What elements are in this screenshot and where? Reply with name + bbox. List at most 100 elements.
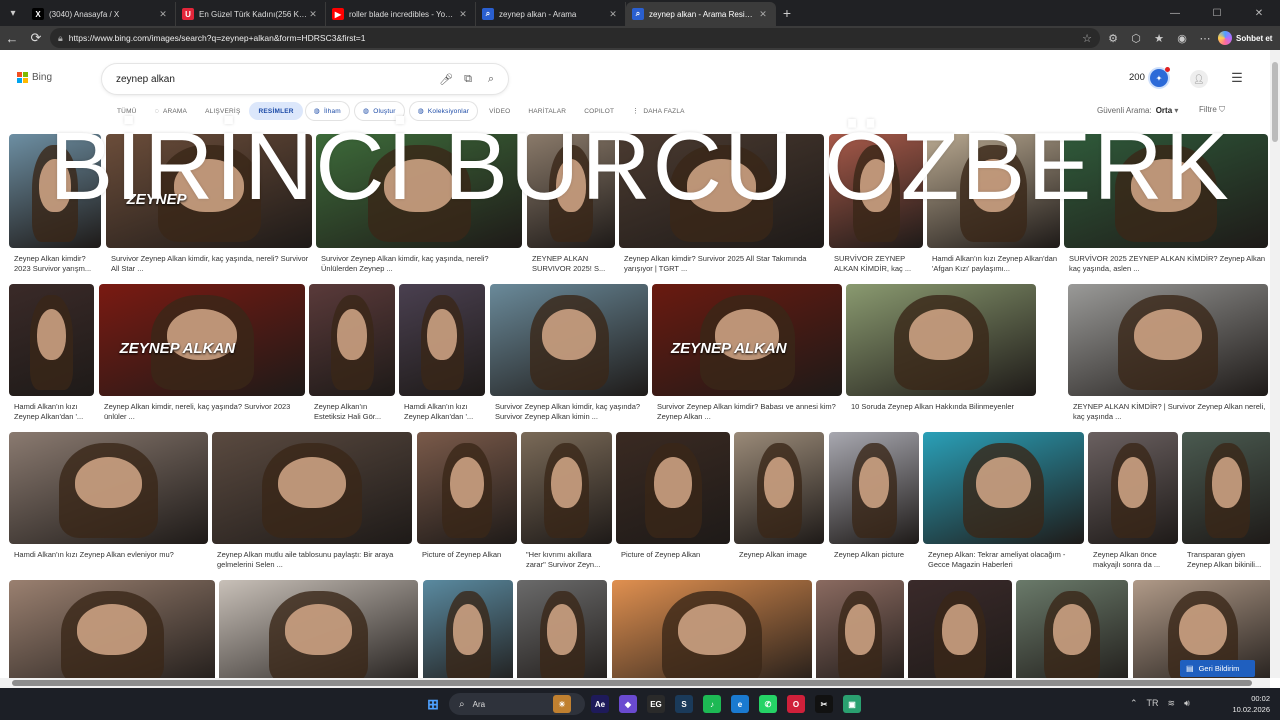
image-result[interactable]: Zeynep Alkan'ın Estetiksiz Hali Gör... (309, 284, 395, 430)
language-icon[interactable]: TR (1147, 698, 1159, 709)
chat-button[interactable]: Sohbet et (1218, 29, 1272, 47)
image-thumbnail[interactable] (1182, 432, 1270, 544)
close-icon[interactable]: ✕ (1238, 0, 1280, 26)
image-result[interactable] (612, 580, 812, 678)
image-result[interactable]: ZEYNEP ALKAN Survivor Zeynep Alkan kimdir… (652, 284, 842, 430)
maximize-icon[interactable]: ☐ (1196, 0, 1238, 26)
chevron-up-icon[interactable]: ⌃ (1130, 698, 1138, 709)
scope-tab[interactable]: RESİMLER (249, 102, 303, 120)
image-caption[interactable]: Picture of Zeynep Alkan (621, 550, 729, 571)
clock[interactable]: 00:02 10.02.2026 (1226, 693, 1270, 715)
favorites-icon[interactable]: ★ (1150, 29, 1168, 47)
image-caption[interactable]: Survivor Zeynep Alkan kimdir, kaç yaşınd… (111, 254, 311, 275)
close-tab-icon[interactable]: ✕ (607, 9, 619, 20)
scope-tab[interactable]: HARİTALAR (519, 102, 575, 120)
scope-tab[interactable]: TÜMÜ (108, 102, 146, 120)
image-thumbnail[interactable] (517, 580, 607, 678)
image-result[interactable]: Zeynep Alkan kimdir? 2023 Survivor yarış… (9, 134, 101, 282)
image-caption[interactable]: Zeynep Alkan kimdir? Survivor 2025 All S… (624, 254, 823, 275)
image-result[interactable]: Hamdi Alkan'ın kızı Zeynep Alkan'dan 'Af… (927, 134, 1060, 282)
image-result[interactable]: 10 Soruda Zeynep Alkan Hakkında Bilinmey… (846, 284, 1036, 430)
image-result[interactable]: Transparan giyen Zeynep Alkan bikinili..… (1182, 432, 1270, 578)
scope-tab[interactable]: ◍ İlham (306, 102, 349, 120)
search-box[interactable]: 🎤︎ ⧉ ⌕ (102, 64, 508, 94)
image-thumbnail[interactable] (9, 580, 215, 678)
scope-tab[interactable]: ALIŞVERİŞ (196, 102, 249, 120)
image-result[interactable]: Survivor Zeynep Alkan kimdir, kaç yaşınd… (316, 134, 522, 282)
edge-icon[interactable]: e (731, 695, 749, 713)
image-result[interactable]: Zeynep Alkan kimdir? Survivor 2025 All S… (619, 134, 824, 282)
scope-tab[interactable]: ⋮ DAHA FAZLA (623, 102, 694, 120)
steam-icon[interactable]: S (675, 695, 693, 713)
image-result[interactable]: Zeynep Alkan: Tekrar ameliyat olacağım -… (923, 432, 1084, 578)
minimize-icon[interactable]: — (1154, 0, 1196, 26)
image-thumbnail[interactable] (212, 432, 412, 544)
windows-start-icon[interactable]: ⊞ (424, 695, 442, 713)
image-caption[interactable]: Zeynep Alkan mutlu aile tablosunu paylaş… (217, 550, 411, 571)
image-thumbnail[interactable] (423, 580, 513, 678)
image-caption[interactable]: ZEYNEP ALKAN SURVIVOR 2025! S... (532, 254, 614, 275)
image-result[interactable]: Zeynep Alkan mutlu aile tablosunu paylaş… (212, 432, 412, 578)
image-result[interactable]: Hamdi Alkan'ın kızı Zeynep Alkan'dan '..… (399, 284, 485, 430)
image-thumbnail[interactable] (9, 432, 208, 544)
image-thumbnail[interactable] (816, 580, 904, 678)
new-tab-button[interactable]: + (776, 5, 798, 21)
image-caption[interactable]: Hamdi Alkan'ın kızı Zeynep Alkan'dan 'Af… (932, 254, 1059, 275)
image-thumbnail[interactable] (923, 432, 1084, 544)
scope-tab[interactable]: COPILOT (575, 102, 623, 120)
scope-tab[interactable]: ◍ Oluştur (355, 102, 404, 120)
image-result[interactable]: Zeynep Alkan picture (829, 432, 919, 578)
image-result[interactable] (219, 580, 418, 678)
image-result[interactable]: ZEYNEP Survivor Zeynep Alkan kimdir, kaç … (106, 134, 312, 282)
image-thumbnail[interactable]: ZEYNEP ALKAN (99, 284, 305, 396)
image-thumbnail[interactable] (527, 134, 615, 248)
search-icon[interactable]: ⌕ (483, 71, 499, 87)
image-result[interactable] (517, 580, 607, 678)
image-result[interactable]: Hamdi Alkan'ın kızı Zeynep Alkan evleniy… (9, 432, 208, 578)
close-tab-icon[interactable]: ✕ (157, 9, 169, 20)
safe-search-value[interactable]: Orta (1156, 106, 1172, 115)
scope-tab[interactable]: ◍ Koleksiyonlar (410, 102, 478, 120)
image-result[interactable]: Hamdi Alkan'ın kızı Zeynep Alkan'dan '..… (9, 284, 94, 430)
wifi-icon[interactable]: ≋ (1168, 698, 1176, 709)
bing-logo[interactable]: Bing (17, 72, 52, 83)
browser-tab[interactable]: X (3040) Anasayfa / X ✕ (26, 2, 176, 26)
image-thumbnail[interactable] (908, 580, 1012, 678)
image-result[interactable]: Picture of Zeynep Alkan (417, 432, 517, 578)
back-icon[interactable]: ← (0, 26, 24, 50)
opera-gx-icon[interactable]: O (787, 695, 805, 713)
visual-search-icon[interactable]: ⧉ (460, 71, 476, 87)
scrollbar-thumb[interactable] (1272, 62, 1278, 142)
image-caption[interactable]: Zeynep Alkan picture (834, 550, 918, 571)
image-thumbnail[interactable]: ZEYNEP (106, 134, 312, 248)
image-caption[interactable]: Zeynep Alkan kimdir? 2023 Survivor yarış… (14, 254, 100, 275)
browser-tab[interactable]: ⌕ zeynep alkan - Arama ✕ (476, 2, 626, 26)
image-result[interactable]: ZEYNEP ALKAN Zeynep Alkan kimdir, nereli,… (99, 284, 305, 430)
extension-icon[interactable]: ⬡ (1127, 29, 1145, 47)
epic-games-icon[interactable]: EG (647, 695, 665, 713)
image-caption[interactable]: Picture of Zeynep Alkan (422, 550, 516, 571)
image-caption[interactable]: Zeynep Alkan önce makyajlı sonra da ... (1093, 550, 1177, 571)
widgets-icon[interactable]: ☀ (553, 695, 571, 713)
image-caption[interactable]: SURVİVOR 2025 ZEYNEP ALKAN KİMDİR? Zeyne… (1069, 254, 1267, 275)
image-caption[interactable]: Survivor Zeynep Alkan kimdir? Babası ve … (657, 402, 841, 423)
image-thumbnail[interactable] (1016, 580, 1128, 678)
image-thumbnail[interactable] (927, 134, 1060, 248)
image-caption[interactable]: "Her kıvrımı akıllara zarar" Survivor Ze… (526, 550, 611, 571)
image-result[interactable] (9, 580, 215, 678)
image-result[interactable]: SURVİVOR 2025 ZEYNEP ALKAN KİMDİR? Zeyne… (1064, 134, 1268, 282)
image-thumbnail[interactable] (612, 580, 812, 678)
image-result[interactable] (816, 580, 904, 678)
vertical-scrollbar[interactable] (1270, 50, 1280, 678)
spotify-icon[interactable]: ♪ (703, 695, 721, 713)
favorite-star-icon[interactable]: ☆ (1082, 32, 1092, 45)
image-thumbnail[interactable] (1064, 134, 1268, 248)
image-caption[interactable]: Zeynep Alkan'ın Estetiksiz Hali Gör... (314, 402, 394, 423)
image-result[interactable] (423, 580, 513, 678)
image-thumbnail[interactable] (399, 284, 485, 396)
menu-icon[interactable]: ☰ (1229, 70, 1245, 86)
browser-tab[interactable]: ⌕ zeynep alkan - Arama Resimler ✕ (626, 2, 776, 26)
image-thumbnail[interactable] (309, 284, 395, 396)
image-caption[interactable]: Hamdi Alkan'ın kızı Zeynep Alkan'dan '..… (404, 402, 484, 423)
image-thumbnail[interactable] (616, 432, 730, 544)
